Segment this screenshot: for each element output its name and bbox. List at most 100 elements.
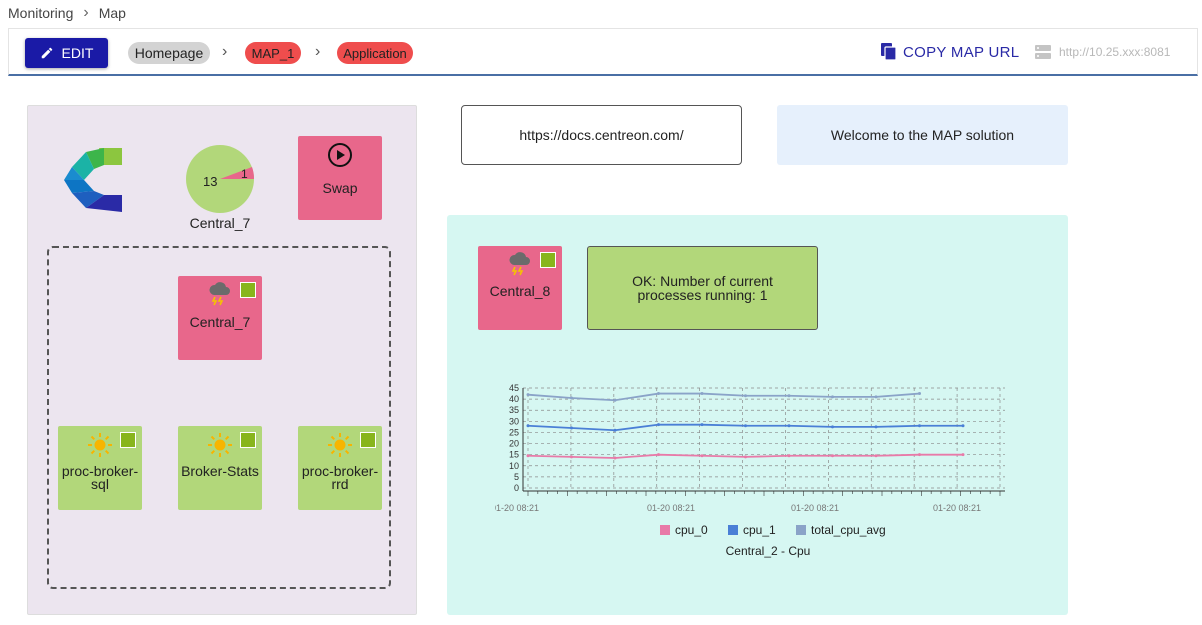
host-tile-central-8[interactable]: Central_8 (478, 246, 562, 330)
service-label: proc-broker-sql (61, 463, 139, 492)
y-tick-label: 0 (514, 483, 519, 493)
data-point-cpu_1 (613, 428, 617, 432)
url-widget[interactable]: https://docs.centreon.com/ (461, 105, 742, 165)
status-output-widget: OK: Number of current processes running:… (587, 246, 818, 330)
welcome-widget: Welcome to the MAP solution (777, 105, 1068, 165)
data-point-cpu_0 (570, 455, 573, 459)
y-tick-label: 15 (509, 450, 519, 460)
y-tick-label: 20 (509, 439, 519, 449)
y-tick-label: 25 (509, 427, 519, 437)
x-tick-label: 01-20 08:21 (933, 503, 981, 513)
data-point-total_cpu_avg (744, 394, 747, 398)
chevron-right-icon: › (315, 43, 321, 60)
legend-swatch-cpu_1 (728, 525, 738, 535)
data-point-cpu_1 (961, 424, 965, 428)
path-homepage[interactable]: Homepage (128, 42, 210, 64)
data-point-cpu_1 (700, 423, 704, 427)
y-tick-label: 5 (514, 472, 519, 482)
host-tile-central-7[interactable]: Central_7 (178, 276, 262, 360)
copy-map-url-label: COPY MAP URL (903, 43, 1020, 61)
status-text: OK: Number of current processes running:… (632, 273, 773, 303)
data-point-cpu_0 (526, 454, 530, 458)
centreon-logo (64, 145, 134, 220)
data-point-total_cpu_avg (918, 392, 921, 396)
data-point-cpu_0 (700, 454, 704, 458)
swap-label: Swap (322, 180, 358, 196)
storm-cloud-icon (178, 282, 262, 306)
legend-swatch-cpu_0 (660, 525, 670, 535)
server-url: http://10.25.xxx:8081 (1059, 45, 1171, 59)
cpu-chart[interactable]: 05101520 2530354045 01-20 08:21 01-20 08:21… (495, 380, 1015, 565)
data-point-total_cpu_avg (526, 393, 530, 397)
data-point-cpu_1 (874, 425, 878, 429)
data-point-total_cpu_avg (831, 395, 834, 399)
copy-icon (881, 43, 897, 61)
data-point-cpu_1 (787, 424, 791, 428)
server-indicator: http://10.25.xxx:8081 (1035, 44, 1170, 60)
legend-label-cpu_1: cpu_1 (743, 523, 776, 537)
data-point-cpu_0 (657, 453, 660, 457)
data-point-cpu_0 (744, 455, 747, 459)
breadcrumb-monitoring[interactable]: Monitoring (8, 5, 73, 21)
x-tick-label: 01-20 08:21 (647, 503, 695, 513)
legend-label-cpu_0: cpu_0 (675, 523, 708, 537)
pie-crit-count: 1 (241, 167, 248, 181)
url-text[interactable]: https://docs.centreon.com/ (519, 127, 683, 143)
data-point-cpu_0 (613, 456, 617, 460)
data-point-cpu_1 (657, 423, 660, 427)
edit-label: EDIT (61, 45, 94, 61)
data-point-total_cpu_avg (613, 398, 617, 402)
service-pie-chart[interactable]: 13 1 (185, 144, 255, 214)
storm-cloud-icon (478, 252, 562, 276)
y-tick-label: 30 (509, 416, 519, 426)
sun-icon (298, 432, 382, 458)
y-tick-label: 40 (509, 394, 519, 404)
legend-swatch-total_cpu_avg (796, 525, 806, 535)
y-tick-label: 35 (509, 405, 519, 415)
data-point-total_cpu_avg (657, 392, 660, 396)
data-point-cpu_1 (744, 424, 747, 428)
service-label: Broker-Stats (181, 463, 259, 479)
data-point-cpu_1 (570, 426, 573, 430)
data-point-total_cpu_avg (700, 392, 704, 396)
host-label: Central_8 (489, 283, 551, 299)
welcome-text: Welcome to the MAP solution (830, 127, 1015, 143)
pencil-icon (41, 47, 52, 59)
map-toolbar: EDIT Homepage › MAP_1 › Application COPY… (8, 28, 1198, 76)
chevron-right-icon: › (83, 4, 89, 21)
chevron-right-icon: › (222, 43, 228, 60)
data-point-total_cpu_avg (787, 394, 791, 398)
path-map-1[interactable]: MAP_1 (245, 42, 301, 64)
play-circle-icon (328, 143, 352, 167)
breadcrumb-map[interactable]: Map (99, 5, 126, 21)
legend-label-total_cpu_avg: total_cpu_avg (811, 523, 886, 537)
data-point-cpu_1 (918, 424, 921, 428)
breadcrumb: Monitoring › Map (8, 4, 126, 22)
data-point-cpu_0 (961, 453, 965, 457)
copy-map-url-button[interactable]: COPY MAP URL (881, 43, 1019, 61)
chart-title: Central_2 - Cpu (726, 544, 811, 558)
data-point-cpu_0 (874, 454, 878, 458)
data-point-cpu_1 (526, 424, 530, 428)
service-tile-proc-broker-rrd[interactable]: proc-broker-rrd (298, 426, 382, 510)
data-point-cpu_0 (831, 454, 834, 458)
host-label: Central_7 (189, 314, 251, 330)
data-point-cpu_1 (831, 425, 834, 429)
service-label: proc-broker-rrd (301, 463, 379, 492)
y-tick-label: 45 (509, 383, 519, 393)
sun-icon (58, 432, 142, 458)
data-point-total_cpu_avg (570, 396, 573, 400)
server-icon (1035, 45, 1051, 59)
data-point-cpu_0 (918, 453, 921, 457)
edit-button[interactable]: EDIT (25, 38, 108, 68)
swap-button[interactable]: Swap (298, 136, 382, 220)
sun-icon (178, 432, 262, 458)
pie-label: Central_7 (189, 215, 251, 231)
y-tick-label: 10 (509, 461, 519, 471)
path-application[interactable]: Application (337, 42, 413, 64)
service-tile-broker-stats[interactable]: Broker-Stats (178, 426, 262, 510)
x-tick-label: 01-20 08:21 (495, 503, 539, 513)
data-point-cpu_0 (787, 454, 791, 458)
service-tile-proc-broker-sql[interactable]: proc-broker-sql (58, 426, 142, 510)
pie-ok-count: 13 (203, 174, 217, 189)
